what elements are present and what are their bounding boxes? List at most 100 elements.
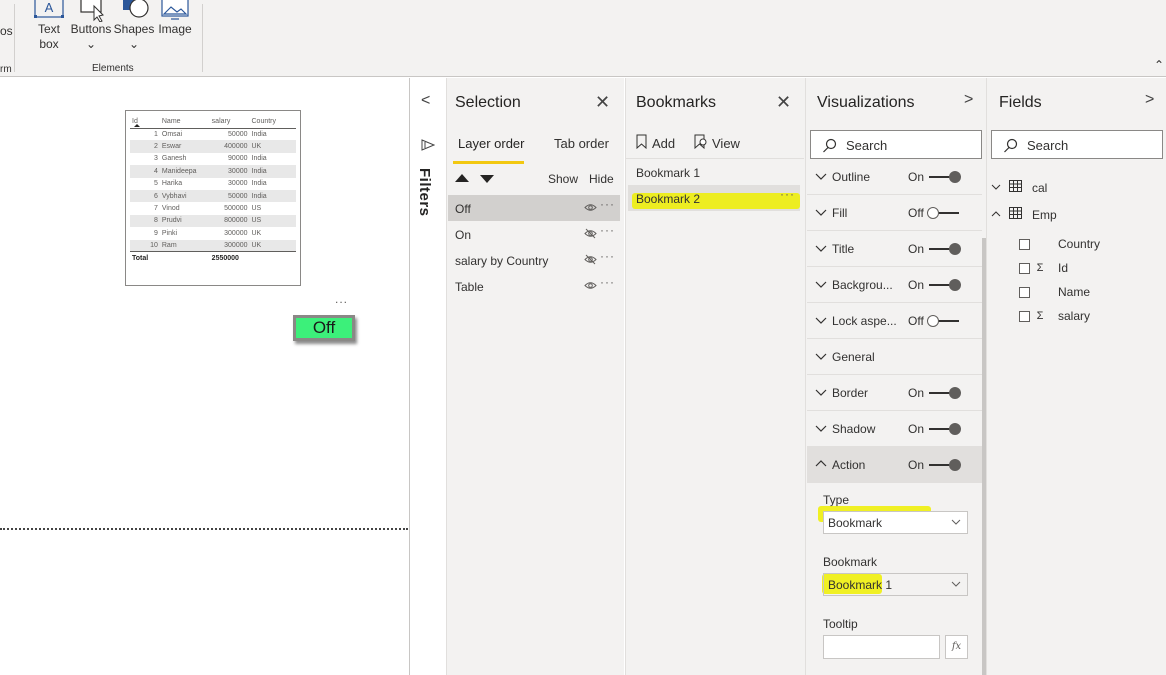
text-box-button[interactable]: A Text box: [34, 0, 64, 52]
bookmark-item-2[interactable]: Bookmark 2 ···: [628, 185, 800, 211]
filters-label[interactable]: Filters: [416, 168, 433, 217]
column-header-id[interactable]: Id: [130, 115, 160, 129]
format-section-border[interactable]: Border On: [807, 375, 982, 411]
move-down-icon[interactable]: [480, 175, 494, 183]
add-bookmark-button[interactable]: Add: [636, 134, 675, 152]
collapse-fields-icon[interactable]: >: [1145, 91, 1154, 109]
visual-more-options-icon[interactable]: ...: [335, 292, 348, 306]
chevron-down-icon[interactable]: [815, 314, 827, 328]
off-button[interactable]: Off: [293, 315, 355, 341]
close-selection-icon[interactable]: ✕: [595, 92, 610, 113]
table-row[interactable]: 4 Manideepa 30000 India: [130, 165, 296, 178]
table-row[interactable]: 1 Omsai 50000 India: [130, 128, 296, 140]
format-section-general[interactable]: General: [807, 339, 982, 375]
action-type-dropdown[interactable]: Bookmark: [823, 511, 968, 534]
eye-visible-icon[interactable]: [584, 279, 597, 295]
move-up-icon[interactable]: [455, 174, 469, 182]
layer-item-table[interactable]: Table ···: [448, 273, 620, 299]
toggle-switch[interactable]: [927, 315, 959, 327]
filters-strip[interactable]: < Filters: [410, 78, 446, 675]
tooltip-input[interactable]: [823, 635, 940, 659]
table-row[interactable]: 2 Eswar 400000 UK: [130, 140, 296, 153]
layer-more-icon[interactable]: ···: [600, 223, 615, 237]
layer-item-off[interactable]: Off ···: [448, 195, 620, 221]
format-section-outline[interactable]: Outline On: [807, 159, 982, 195]
chevron-up-icon[interactable]: [815, 458, 827, 472]
layer-more-icon[interactable]: ···: [600, 197, 615, 211]
chevron-down-icon[interactable]: [815, 206, 827, 220]
field-checkbox[interactable]: [1019, 286, 1030, 298]
search-placeholder: Search: [1027, 138, 1069, 153]
table-row[interactable]: 8 Prudvi 800000 US: [130, 214, 296, 228]
toggle-switch[interactable]: [929, 387, 961, 399]
layer-item-salary-by-country[interactable]: salary by Country ···: [448, 247, 620, 273]
field-item-id[interactable]: Σ Id: [1019, 261, 1068, 275]
column-header-salary[interactable]: salary: [209, 115, 250, 129]
chevron-up-icon[interactable]: [991, 208, 1005, 222]
field-checkbox[interactable]: [1019, 310, 1030, 322]
image-button[interactable]: Image: [156, 0, 194, 37]
table-node-cal[interactable]: cal: [991, 180, 1047, 195]
toggle-switch[interactable]: [929, 243, 961, 255]
toggle-switch[interactable]: [929, 279, 961, 291]
field-item-country[interactable]: Country: [1019, 237, 1100, 251]
chevron-down-icon[interactable]: [815, 422, 827, 436]
layer-more-icon[interactable]: ···: [600, 275, 615, 289]
field-checkbox[interactable]: [1019, 262, 1030, 274]
tab-layer-order[interactable]: Layer order: [458, 136, 524, 151]
chevron-down-icon[interactable]: [815, 278, 827, 292]
expand-filters-icon[interactable]: <: [421, 92, 430, 110]
tab-tab-order[interactable]: Tab order: [554, 136, 609, 151]
layer-item-on[interactable]: On ···: [448, 221, 620, 247]
eye-hidden-icon[interactable]: [584, 227, 597, 243]
format-section-shadow[interactable]: Shadow On: [807, 411, 982, 447]
section-label: Fill: [832, 206, 848, 220]
fields-search-input[interactable]: Search: [991, 130, 1163, 159]
view-bookmark-button[interactable]: View: [694, 134, 740, 152]
format-section-fill[interactable]: Fill Off: [807, 195, 982, 231]
layer-more-icon[interactable]: ···: [600, 249, 615, 263]
format-section-backgrou[interactable]: Backgrou... On: [807, 267, 982, 303]
table-row[interactable]: 7 Vinod 500000 US: [130, 202, 296, 214]
format-section-lock-aspe[interactable]: Lock aspe... Off: [807, 303, 982, 339]
buttons-button[interactable]: Buttons ⌄: [70, 0, 112, 52]
eye-visible-icon[interactable]: [584, 201, 597, 217]
chevron-down-icon[interactable]: [815, 386, 827, 400]
eye-hidden-icon[interactable]: [584, 253, 597, 269]
format-section-action[interactable]: Action On: [807, 447, 982, 483]
table-row[interactable]: 3 Ganesh 90000 India: [130, 153, 296, 165]
table-row[interactable]: 6 Vybhavi 50000 India: [130, 189, 296, 203]
action-bookmark-dropdown[interactable]: Bookmark 1: [823, 573, 968, 596]
toggle-switch[interactable]: [927, 207, 959, 219]
field-item-salary[interactable]: Σsalary: [1019, 309, 1090, 323]
hide-all-button[interactable]: Hide: [589, 172, 614, 186]
format-section-title[interactable]: Title On: [807, 231, 982, 267]
field-item-name[interactable]: Name: [1019, 285, 1090, 299]
shapes-button[interactable]: Shapes ⌄: [114, 0, 154, 52]
column-header-country[interactable]: Country: [249, 115, 296, 129]
view-icon: [694, 134, 708, 152]
chevron-down-icon[interactable]: [991, 181, 1005, 195]
bookmark-more-icon[interactable]: ···: [780, 187, 795, 201]
fx-button[interactable]: fx: [945, 635, 968, 659]
collapse-ribbon-icon[interactable]: ⌃: [1154, 58, 1164, 72]
toggle-switch[interactable]: [929, 423, 961, 435]
table-row[interactable]: 10 Ram 300000 UK: [130, 239, 296, 252]
bookmark-item-1[interactable]: Bookmark 1: [628, 159, 800, 185]
column-header-name[interactable]: Name: [159, 115, 210, 129]
toggle-switch[interactable]: [929, 171, 961, 183]
table-node-emp[interactable]: Emp: [991, 207, 1057, 222]
table-row[interactable]: 9 Pinki 300000 UK: [130, 227, 296, 239]
chevron-down-icon[interactable]: [815, 350, 827, 364]
field-checkbox[interactable]: [1019, 238, 1030, 250]
table-visual[interactable]: Id Name salary Country 1 Omsai 50000 India 2…: [125, 110, 301, 286]
report-canvas[interactable]: Id Name salary Country 1 Omsai 50000 India 2…: [0, 78, 410, 675]
toggle-switch[interactable]: [929, 459, 961, 471]
visualizations-search-input[interactable]: Search: [810, 130, 982, 159]
collapse-visualizations-icon[interactable]: >: [964, 91, 973, 109]
table-row[interactable]: 5 Harika 30000 India: [130, 178, 296, 190]
chevron-down-icon[interactable]: [815, 170, 827, 184]
close-bookmarks-icon[interactable]: ✕: [776, 92, 791, 113]
chevron-down-icon[interactable]: [815, 242, 827, 256]
show-all-button[interactable]: Show: [548, 172, 578, 186]
